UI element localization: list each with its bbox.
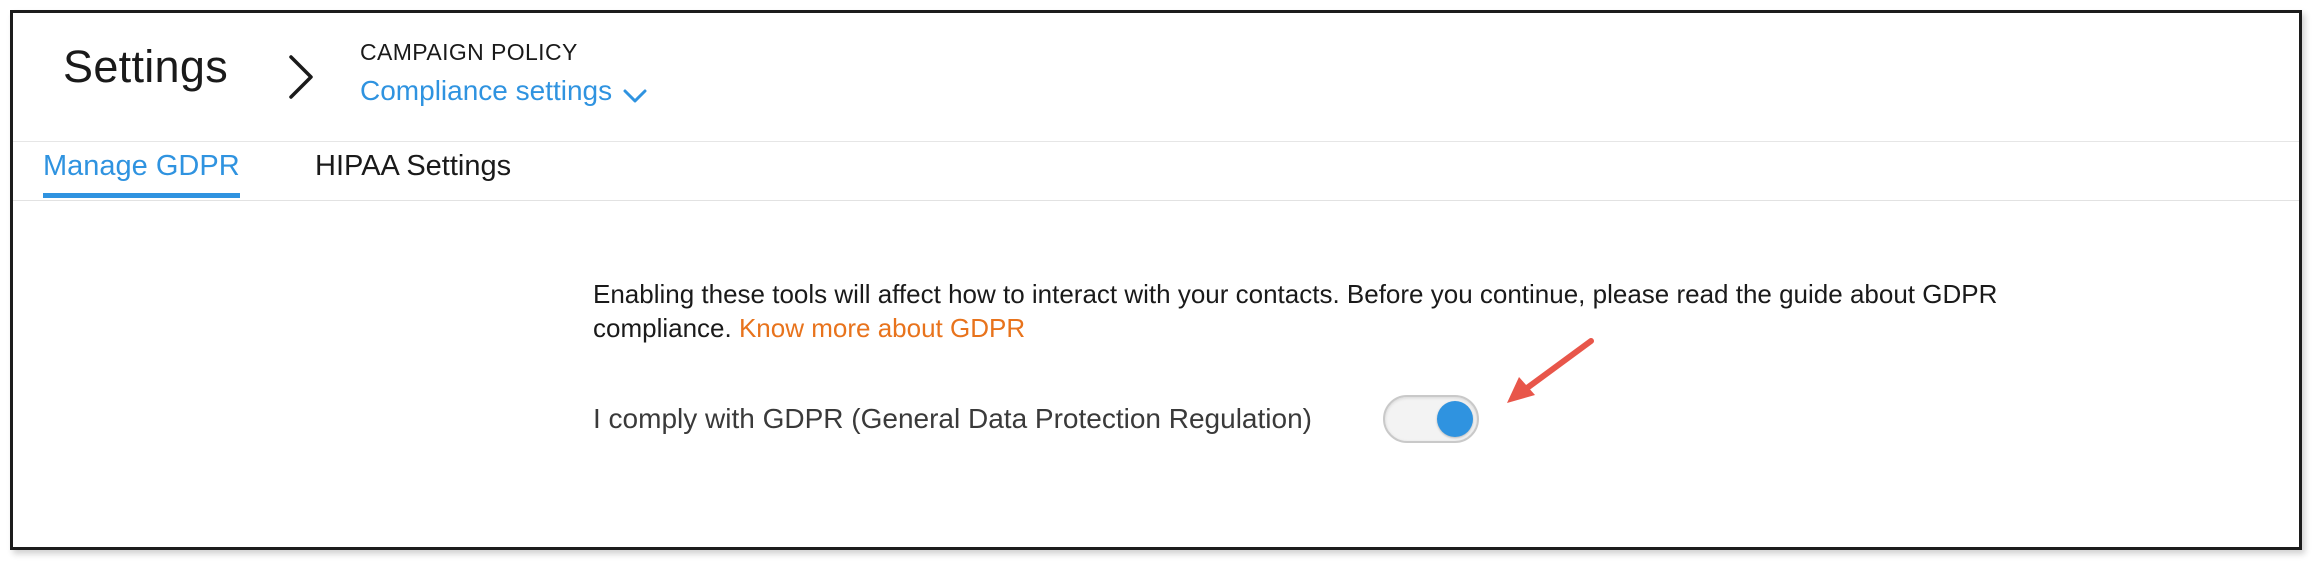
page-header: Settings CAMPAIGN POLICY Compliance sett…	[13, 13, 2299, 141]
know-more-gdpr-link[interactable]: Know more about GDPR	[739, 313, 1025, 343]
toggle-knob	[1437, 401, 1473, 437]
compliance-settings-dropdown[interactable]: Compliance settings	[360, 75, 648, 107]
gdpr-toggle[interactable]	[1383, 395, 1479, 443]
tab-bar: Manage GDPR HIPAA Settings	[13, 141, 2299, 201]
chevron-right-icon	[281, 51, 321, 103]
gdpr-description: Enabling these tools will affect how to …	[593, 277, 2113, 345]
annotation-arrow-icon	[1493, 329, 1613, 419]
tab-manage-gdpr[interactable]: Manage GDPR	[43, 150, 240, 198]
dropdown-label: Compliance settings	[360, 75, 613, 106]
settings-window: Settings CAMPAIGN POLICY Compliance sett…	[10, 10, 2302, 550]
comply-label: I comply with GDPR (General Data Protect…	[593, 403, 1312, 434]
section-label: CAMPAIGN POLICY	[360, 39, 578, 65]
gdpr-panel: Enabling these tools will affect how to …	[593, 277, 2113, 443]
gdpr-comply-row: I comply with GDPR (General Data Protect…	[593, 395, 1479, 443]
page-title: Settings	[63, 41, 228, 92]
tab-hipaa-settings[interactable]: HIPAA Settings	[315, 150, 511, 193]
chevron-down-icon	[622, 81, 648, 103]
